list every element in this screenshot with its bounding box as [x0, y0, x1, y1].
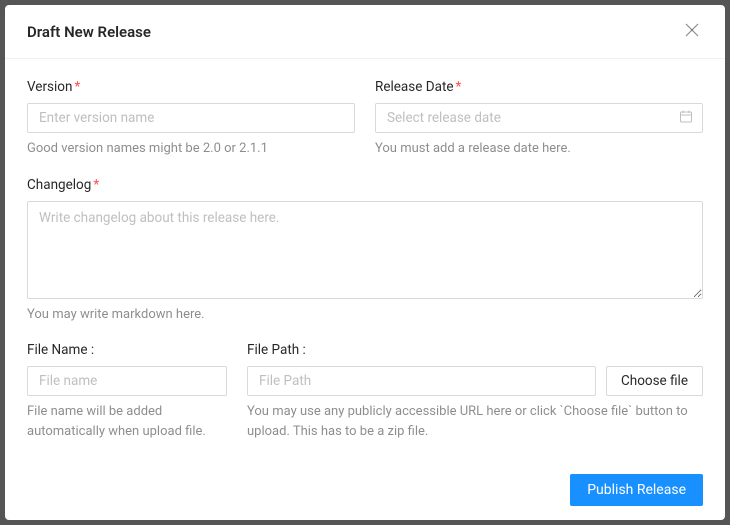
version-field: Version* Good version names might be 2.0… — [27, 79, 355, 159]
version-hint: Good version names might be 2.0 or 2.1.1 — [27, 139, 355, 159]
modal-body: Version* Good version names might be 2.0… — [5, 59, 725, 463]
version-input[interactable] — [27, 103, 355, 133]
changelog-textarea[interactable] — [27, 201, 703, 299]
required-mark: * — [93, 177, 99, 193]
draft-release-modal: Draft New Release Version* Good version … — [5, 5, 725, 520]
publish-release-button[interactable]: Publish Release — [570, 474, 703, 506]
modal-title: Draft New Release — [27, 23, 151, 41]
version-label-text: Version — [27, 79, 72, 95]
file-path-label: File Path : — [247, 342, 703, 358]
release-date-input[interactable]: Select release date — [375, 103, 703, 133]
release-date-label-text: Release Date — [375, 79, 454, 95]
changelog-label-text: Changelog — [27, 177, 91, 193]
choose-file-button[interactable]: Choose file — [606, 366, 703, 396]
version-label: Version* — [27, 79, 355, 95]
file-name-label: File Name : — [27, 342, 227, 358]
changelog-hint: You may write markdown here. — [27, 305, 703, 325]
file-path-hint: You may use any publicly accessible URL … — [247, 402, 703, 441]
required-mark: * — [74, 79, 80, 95]
file-name-input[interactable] — [27, 366, 227, 396]
close-icon[interactable] — [681, 19, 703, 44]
changelog-field: Changelog* You may write markdown here. — [27, 177, 703, 325]
changelog-label: Changelog* — [27, 177, 703, 193]
file-path-field: File Path : Choose file You may use any … — [247, 342, 703, 441]
modal-header: Draft New Release — [5, 5, 725, 59]
file-name-hint: File name will be added automatically wh… — [27, 402, 227, 441]
release-date-field: Release Date* Select release date — [375, 79, 703, 159]
release-date-hint: You must add a release date here. — [375, 139, 703, 159]
release-date-label: Release Date* — [375, 79, 703, 95]
file-path-input[interactable] — [247, 366, 596, 396]
release-date-placeholder: Select release date — [387, 110, 501, 126]
required-mark: * — [456, 79, 462, 95]
file-name-field: File Name : File name will be added auto… — [27, 342, 227, 441]
modal-footer: Publish Release — [5, 463, 725, 520]
